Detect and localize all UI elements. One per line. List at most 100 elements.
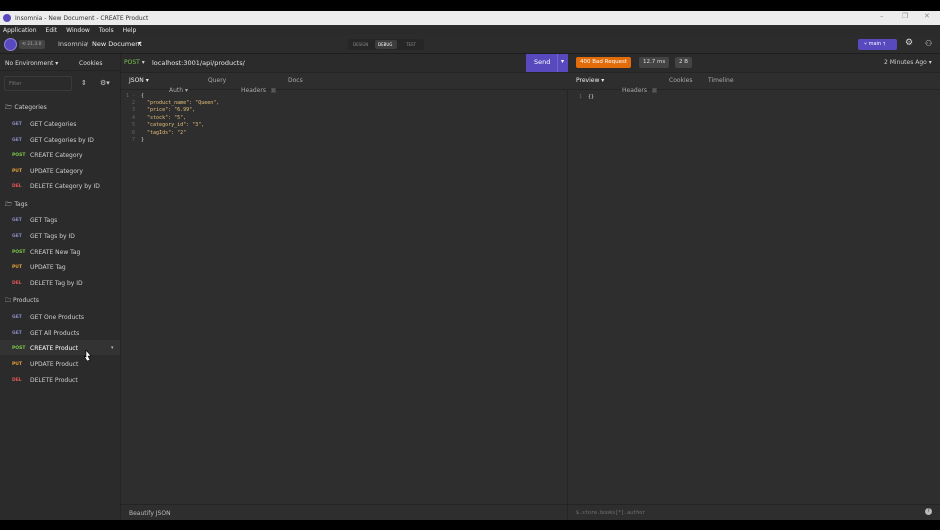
code-text: "price": "6.99",: [141, 107, 196, 113]
code-line: 1 -{: [125, 93, 145, 99]
method-badge-put: PUT: [12, 265, 23, 270]
menu-application[interactable]: Application: [3, 27, 37, 34]
method-badge-get: GET: [12, 122, 22, 127]
branch-icon: ⑂: [864, 41, 868, 47]
tab-docs[interactable]: Docs: [288, 77, 303, 84]
method-badge-post: POST: [12, 346, 26, 351]
git-branch-button[interactable]: ⑂ main ⁊: [858, 39, 897, 50]
environment-selector[interactable]: No Environment ▾: [5, 60, 58, 67]
code-line: 2 "product_name": "Queen",: [131, 100, 220, 106]
response-filter-input[interactable]: [572, 508, 912, 518]
folder-icon: 🗀: [5, 297, 12, 304]
help-icon[interactable]: ?: [925, 508, 932, 515]
method-badge-get: GET: [12, 218, 22, 223]
method-badge-put: PUT: [12, 362, 23, 367]
method-badge-del: DEL: [12, 281, 22, 286]
breadcrumb-document[interactable]: New Document: [92, 40, 142, 48]
tab-timeline[interactable]: Timeline: [708, 77, 734, 84]
request-delete-product[interactable]: DELETE Product: [30, 377, 78, 384]
insomnia-home-icon[interactable]: [4, 38, 17, 51]
menu-bar: Application Edit Window Tools Help: [0, 25, 940, 35]
request-create-new-tag[interactable]: CREATE New Tag: [30, 249, 80, 256]
tab-json[interactable]: JSON ▾: [129, 77, 149, 84]
gear-icon[interactable]: ⚙: [905, 38, 913, 48]
code-line: 6 "tagIds": "2": [131, 130, 187, 136]
request-get-tags[interactable]: GET Tags: [30, 217, 57, 224]
minimize-button[interactable]: –: [880, 12, 884, 20]
response-size-badge: 2 B: [675, 57, 693, 68]
folder-icon: 🗁: [5, 104, 13, 111]
code-text: "product_name": "Queen",: [141, 100, 220, 106]
request-delete-tag-by-id[interactable]: DELETE Tag by ID: [30, 280, 83, 287]
method-badge-get: GET: [12, 234, 22, 239]
mode-test[interactable]: TEST: [406, 42, 416, 47]
mode-debug[interactable]: DEBUG: [378, 42, 392, 47]
chevron-down-icon: ▾: [141, 59, 145, 66]
request-create-category[interactable]: CREATE Category: [30, 152, 83, 159]
menu-tools[interactable]: Tools: [99, 27, 114, 34]
tab-preview[interactable]: Preview ▾: [576, 77, 604, 84]
folder-products[interactable]: 🗀 Products: [5, 296, 39, 306]
response-age: 2 Minutes Ago: [884, 59, 927, 66]
response-history-dropdown[interactable]: 2 Minutes Ago ▾: [884, 59, 932, 66]
status-badge: 400 Bad Request: [576, 57, 631, 68]
request-get-all-products[interactable]: GET All Products: [30, 330, 79, 337]
method-badge-del: DEL: [12, 378, 22, 383]
menu-window[interactable]: Window: [66, 27, 90, 34]
folder-categories[interactable]: 🗁 Categories: [5, 103, 47, 113]
mode-design[interactable]: DESIGN: [353, 42, 368, 47]
method-selector-label: POST: [124, 59, 140, 66]
chevron-down-icon[interactable]: ▾: [138, 40, 141, 47]
tab-query[interactable]: Query: [208, 77, 226, 84]
mouse-cursor-icon: [84, 350, 92, 361]
beautify-json-button[interactable]: Beautify JSON: [129, 510, 171, 517]
menu-edit[interactable]: Edit: [46, 27, 58, 34]
chevron-down-icon[interactable]: ▾: [561, 58, 564, 65]
url-bar: POST ▾ localhost:3001/api/products/ Send…: [121, 54, 568, 72]
folder-tags-label: Tags: [14, 201, 28, 208]
json-body-editor[interactable]: 1 -{ 2 "product_name": "Queen", 3 "price…: [121, 92, 568, 504]
request-update-tag[interactable]: UPDATE Tag: [30, 264, 66, 271]
screen: Insomnia - New Document - CREATE Product…: [0, 0, 940, 530]
tab-cookies[interactable]: Cookies: [669, 77, 693, 84]
close-button[interactable]: ✕: [924, 12, 930, 20]
menu-help[interactable]: Help: [123, 27, 137, 34]
request-update-category[interactable]: UPDATE Category: [30, 168, 83, 175]
code-text: "stock": "5",: [141, 115, 187, 121]
sidebar-filter-input[interactable]: [4, 76, 72, 91]
code-line: 3 "price": "6.99",: [131, 107, 196, 113]
send-button[interactable]: Send ▾: [526, 54, 568, 72]
url-input[interactable]: localhost:3001/api/products/: [152, 59, 245, 67]
request-tabs: JSON ▾ Auth ▾ Query Headers 0 Docs: [121, 72, 568, 94]
account-icon[interactable]: ⚇: [925, 39, 932, 48]
request-get-categories[interactable]: GET Categories: [30, 121, 76, 128]
request-update-product[interactable]: UPDATE Product: [30, 361, 78, 368]
version-badge-text: 21.3.0: [27, 42, 42, 47]
method-badge-get: GET: [12, 315, 22, 320]
tab-json-label: JSON: [129, 77, 144, 84]
request-get-categories-by-id[interactable]: GET Categories by ID: [30, 137, 94, 144]
response-body-viewer[interactable]: 1{}: [568, 92, 940, 504]
request-actions-chevron-icon[interactable]: ▾: [111, 345, 114, 351]
request-delete-category-by-id[interactable]: DELETE Category by ID: [30, 183, 100, 190]
request-get-tags-by-id[interactable]: GET Tags by ID: [30, 233, 75, 240]
method-selector[interactable]: POST ▾: [124, 59, 145, 66]
add-menu-icon[interactable]: ⚙▾: [100, 79, 110, 87]
maximize-button[interactable]: ❐: [902, 12, 908, 20]
request-footer: Beautify JSON: [121, 504, 568, 520]
request-create-product[interactable]: CREATE Product: [30, 345, 78, 352]
folder-tags[interactable]: 🗁 Tags: [5, 200, 28, 210]
insomnia-logo-icon: [3, 14, 11, 22]
request-get-one-products[interactable]: GET One Products: [30, 314, 84, 321]
version-badge: ⟲ 21.3.0: [19, 40, 45, 49]
response-status-bar: 400 Bad Request 12.7 ms 2 B 2 Minutes Ag…: [568, 54, 940, 72]
mode-switcher: DESIGN DEBUG TEST: [348, 39, 424, 50]
sort-icon[interactable]: ⇕: [81, 79, 87, 87]
window-title: Insomnia - New Document - CREATE Product: [15, 14, 149, 22]
breadcrumb-root[interactable]: Insomnia: [58, 40, 88, 48]
code-line: 1{}: [578, 94, 595, 100]
method-badge-put: PUT: [12, 169, 23, 174]
cookies-button[interactable]: Cookies: [79, 60, 103, 67]
method-badge-post: POST: [12, 250, 26, 255]
divider: [557, 54, 558, 72]
